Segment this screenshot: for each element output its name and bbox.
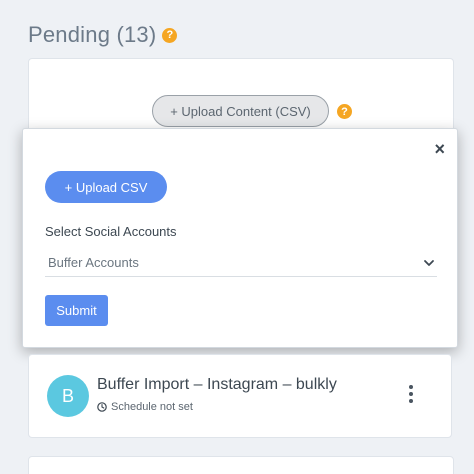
clock-icon — [97, 402, 107, 412]
pending-heading: Pending (13) ? — [28, 22, 178, 48]
upload-content-button[interactable]: + Upload Content (CSV) — [152, 95, 329, 127]
avatar: B — [47, 375, 89, 417]
item-title[interactable]: Buffer Import – Instagram – bulkly — [97, 376, 337, 394]
chevron-down-icon — [424, 259, 434, 266]
help-icon[interactable]: ? — [162, 27, 178, 43]
social-accounts-select[interactable]: Buffer Accounts — [45, 249, 437, 277]
page: Pending (13) ? + Upload Content (CSV) ? … — [0, 0, 474, 474]
upload-csv-modal: × + Upload CSV Select Social Accounts Bu… — [22, 128, 458, 348]
upload-help-icon[interactable]: ? — [337, 104, 352, 119]
upload-csv-button[interactable]: + Upload CSV — [45, 171, 167, 203]
close-icon[interactable]: × — [434, 139, 445, 160]
schedule-status: Schedule not set — [97, 401, 193, 413]
more-options-icon[interactable] — [409, 385, 413, 403]
pending-item-card[interactable]: B Buffer Import – Instagram – bulkly Sch… — [28, 354, 452, 438]
select-accounts-label: Select Social Accounts — [45, 224, 177, 239]
select-value: Buffer Accounts — [48, 255, 139, 270]
next-item-card — [28, 456, 454, 474]
schedule-text: Schedule not set — [111, 401, 193, 413]
submit-button[interactable]: Submit — [45, 295, 108, 326]
pending-title: Pending (13) — [28, 22, 157, 47]
